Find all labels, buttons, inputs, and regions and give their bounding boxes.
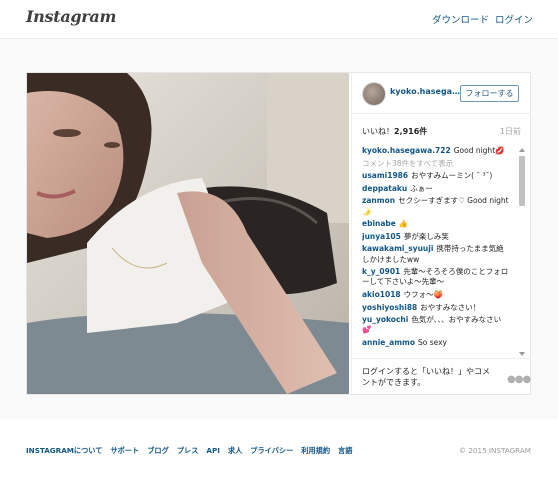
comment-username[interactable]: zanmon <box>362 196 395 205</box>
post-photo[interactable] <box>27 73 349 394</box>
footer-link[interactable]: 求人 <box>228 446 242 455</box>
footer-link[interactable]: ブログ <box>147 446 169 455</box>
login-prompt[interactable]: ログインすると「いいね！」やコメントができます。 <box>362 366 490 388</box>
footer-link[interactable]: INSTAGRAMについて <box>26 446 102 455</box>
comment-item: yu_yokochi 色気が、、、おやすみなさい💕 <box>362 315 510 335</box>
comment-username[interactable]: kyoko.hasegawa.722 <box>362 146 451 155</box>
avatar[interactable] <box>362 82 386 106</box>
scroll-down-icon[interactable] <box>519 352 525 356</box>
post-time: 1日前 <box>499 127 521 136</box>
footer-link[interactable]: 言語 <box>338 446 352 455</box>
comment-text: ふぁー <box>410 183 433 193</box>
post-card: kyoko.hasegawa.722 フォローする いいね！2,916件 1日前… <box>26 72 531 395</box>
load-more-comments-link[interactable]: コメント38件をすべて表示 <box>362 159 510 169</box>
post-header: kyoko.hasegawa.722 フォローする <box>352 73 531 114</box>
comment-username[interactable]: akio1018 <box>362 290 401 299</box>
comment-text: 夢が楽しみ笑 <box>403 231 449 241</box>
scroll-thumb[interactable] <box>519 156 525 206</box>
top-bar: Instagram ダウンロード ログイン <box>0 0 558 39</box>
comment-text: 👍 <box>398 219 409 229</box>
likes-number: 2,916件 <box>394 127 428 136</box>
likes-count: いいね！2,916件 <box>362 126 427 137</box>
comment-username[interactable]: usami1986 <box>362 171 408 180</box>
footer-links: INSTAGRAMについて サポート ブログ プレス API 求人 プライバシー 利用規約 言語 <box>26 446 360 456</box>
footer-link[interactable]: プレス <box>177 446 199 455</box>
post-sidebar: kyoko.hasegawa.722 フォローする いいね！2,916件 1日前… <box>351 73 531 394</box>
comment-item: deppataku ふぁー <box>362 184 510 194</box>
comment-username[interactable]: annie_ammo <box>362 338 415 347</box>
comment-scrollbar[interactable] <box>519 148 525 356</box>
download-link[interactable]: ダウンロード <box>432 12 489 26</box>
post-photo-image <box>27 73 349 394</box>
comment-text: So sexy <box>418 337 448 347</box>
instagram-logo[interactable]: Instagram <box>26 7 116 26</box>
post-username[interactable]: kyoko.hasegawa.722 <box>390 87 466 96</box>
comment-text: おやすみムーミン( ˘ ³˘) <box>411 171 493 181</box>
follow-button[interactable]: フォローする <box>460 85 519 102</box>
comment-item: zanmon セクシーすぎます♡ Good night🌛 <box>362 196 510 216</box>
scroll-up-icon[interactable] <box>519 148 525 152</box>
comment-username[interactable]: deppataku <box>362 184 407 193</box>
comment-username[interactable]: yoshiyoshi88 <box>362 303 417 312</box>
likes-prefix: いいね！ <box>362 127 394 136</box>
footer: INSTAGRAMについて サポート ブログ プレス API 求人 プライバシー 利用規約 言語… <box>26 446 531 460</box>
comment-username[interactable]: ebinabe <box>362 219 396 228</box>
comment-list[interactable]: kyoko.hasegawa.722 Good night💋 コメント38件をすべて… <box>362 146 510 351</box>
ellipsis-icon[interactable]: ●●● <box>507 374 531 385</box>
comment-text: Good night💋 <box>453 146 505 155</box>
comment-username[interactable]: junya105 <box>362 232 401 241</box>
footer-link[interactable]: API <box>206 446 220 455</box>
comment-username[interactable]: k_y_0901 <box>362 267 400 276</box>
comment-item: usami1986 おやすみムーミン( ˘ ³˘) <box>362 171 510 181</box>
comment-username[interactable]: kawakami_syuuji <box>362 244 433 253</box>
comment-item: kawakami_syuuji 携帯持ったまま気絶しかけましたww <box>362 244 510 264</box>
comment-text: おやすみなさい！ <box>420 302 481 312</box>
comment-item: annie_ammo So sexy <box>362 338 510 348</box>
comment-item: k_y_0901 先輩〜そろそろ僕のことフォローして下さいよ〜先輩〜 <box>362 267 510 287</box>
comment-username[interactable]: yu_yokochi <box>362 315 408 324</box>
comment-item: ebinabe 👍 <box>362 219 510 229</box>
copyright: © 2015 INSTAGRAM <box>458 446 531 455</box>
footer-link[interactable]: 利用規約 <box>301 446 330 455</box>
comment-login-area: ログインすると「いいね！」やコメントができます。 ●●● <box>352 358 531 395</box>
comment-item: kyoko.hasegawa.722 Good night💋 <box>362 146 510 156</box>
comment-item: junya105 夢が楽しみ笑 <box>362 232 510 242</box>
comment-item: akio1018 ウフォ〜🍑 <box>362 290 510 300</box>
comment-item: yoshiyoshi88 おやすみなさい！ <box>362 303 510 313</box>
comment-text: ウフォ〜🍑 <box>403 289 443 299</box>
footer-link[interactable]: プライバシー <box>250 446 293 455</box>
login-link[interactable]: ログイン <box>495 12 533 26</box>
footer-link[interactable]: サポート <box>110 446 139 455</box>
